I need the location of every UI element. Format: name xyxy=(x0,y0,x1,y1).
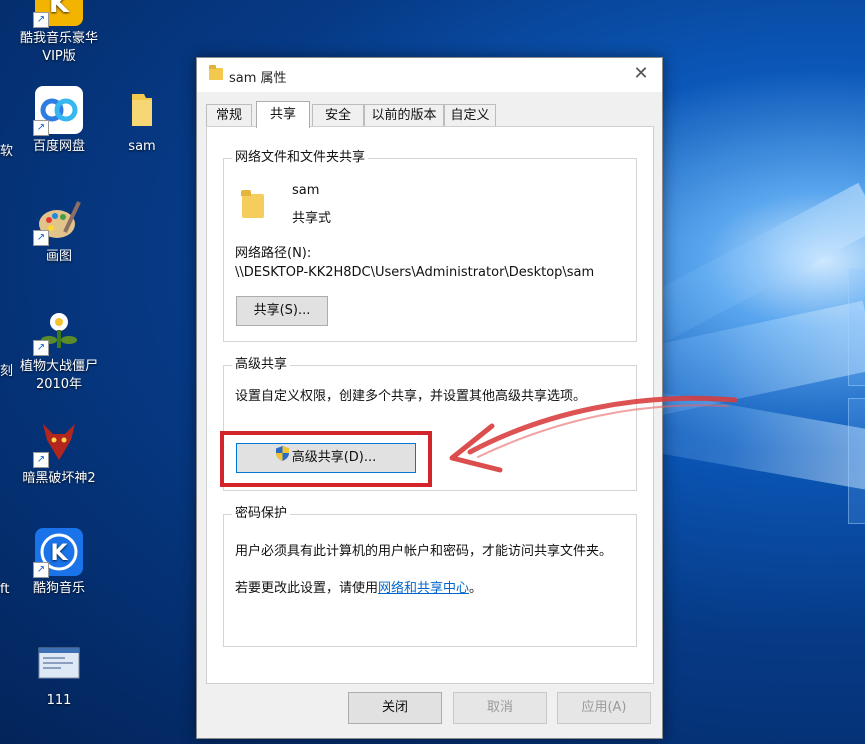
sharing-tab-panel: 网络文件和文件夹共享 sam 共享式 网络路径(N): \\DESKTOP-KK… xyxy=(206,126,654,684)
desktop-edge-label: 软 xyxy=(0,144,14,159)
desktop-icon-label: sam xyxy=(128,139,156,154)
desktop-icon-baidu-netdisk[interactable]: ↗ 百度网盘 xyxy=(14,86,104,156)
password-protection-group-title: 密码保护 xyxy=(232,506,291,522)
dialog-title: sam 属性 xyxy=(229,71,287,86)
network-path-label: 网络路径(N): xyxy=(235,246,312,261)
folder-icon xyxy=(241,190,264,218)
kugou-music-icon: K ↗ xyxy=(33,528,83,578)
shared-item-name: sam xyxy=(292,183,320,198)
close-button[interactable]: 关闭 xyxy=(348,692,442,724)
plants-vs-zombies-icon: ↗ xyxy=(33,306,83,356)
password-protection-group: 密码保护 用户必须具有此计算机的用户帐户和密码，才能访问共享文件夹。 若要更改此… xyxy=(223,506,637,647)
desktop-icon-kugou-music[interactable]: K ↗ 酷狗音乐 xyxy=(14,528,104,598)
baidu-netdisk-icon: ↗ xyxy=(33,86,83,136)
svg-text:K: K xyxy=(50,541,68,566)
network-sharing-group: 网络文件和文件夹共享 sam 共享式 网络路径(N): \\DESKTOP-KK… xyxy=(223,150,637,342)
kuwo-music-icon: K ↗ xyxy=(33,0,83,28)
password-protection-description: 用户必须具有此计算机的用户帐户和密码，才能访问共享文件夹。 xyxy=(235,544,613,559)
desktop-icon-label: 画图 xyxy=(45,249,72,264)
apply-button[interactable]: 应用(A) xyxy=(557,692,651,724)
network-path-value: \\DESKTOP-KK2H8DC\Users\Administrator\De… xyxy=(235,265,595,280)
desktop-icon-111[interactable]: 111 xyxy=(14,640,104,710)
tab-customize[interactable]: 自定义 xyxy=(444,104,496,127)
paint-palette-icon: ↗ xyxy=(33,196,83,246)
uac-shield-icon xyxy=(275,444,289,472)
close-icon[interactable]: ✕ xyxy=(628,62,654,86)
tab-security[interactable]: 安全 xyxy=(312,104,364,127)
advanced-sharing-button[interactable]: 高级共享(D)... xyxy=(236,443,416,473)
desktop-icon-label: 植物大战僵尸2010年 xyxy=(19,359,98,392)
advanced-sharing-group: 高级共享 设置自定义权限，创建多个共享，并设置其他高级共享选项。 高级共享(D)… xyxy=(223,357,637,491)
advanced-sharing-group-title: 高级共享 xyxy=(232,357,291,373)
desktop-icon-label: 暗黑破坏神2 xyxy=(22,471,96,486)
network-sharing-group-title: 网络文件和文件夹共享 xyxy=(232,150,369,166)
desktop-edge-label: ft xyxy=(0,582,10,597)
password-protection-hint: 若要更改此设置，请使用网络和共享中心。 xyxy=(235,577,482,596)
share-button[interactable]: 共享(S)... xyxy=(236,296,328,326)
desktop-icon-kuwo-music[interactable]: K ↗ 酷我音乐豪华VIP版 xyxy=(14,0,104,66)
tab-previous-versions[interactable]: 以前的版本 xyxy=(364,104,444,127)
folder-icon xyxy=(118,86,166,134)
properties-dialog: sam 属性 ✕ 常规 共享 安全 以前的版本 自定义 网络文件和文件夹共享 s… xyxy=(196,57,663,739)
tab-sharing[interactable]: 共享 xyxy=(256,101,310,128)
shared-item-status: 共享式 xyxy=(292,211,332,226)
windows-logo-pane xyxy=(848,398,865,524)
svg-text:K: K xyxy=(49,0,70,19)
advanced-sharing-button-label: 高级共享(D)... xyxy=(291,450,377,465)
tab-general[interactable]: 常规 xyxy=(206,104,252,127)
desktop-icon-plants-vs-zombies[interactable]: ↗ 植物大战僵尸2010年 xyxy=(14,306,104,394)
desktop-icon-paint[interactable]: ↗ 画图 xyxy=(14,196,104,266)
desktop-icon-diablo2[interactable]: ↗ 暗黑破坏神2 xyxy=(14,418,104,488)
diablo2-icon: ↗ xyxy=(33,418,83,468)
desktop-edge-label: 刻 xyxy=(0,364,14,379)
desktop-icon-label: 酷我音乐豪华VIP版 xyxy=(19,31,98,64)
desktop-icon-label: 酷狗音乐 xyxy=(32,581,85,596)
windows-logo-pane xyxy=(848,268,865,386)
document-thumbnail-icon xyxy=(35,640,83,688)
password-hint-prefix: 若要更改此设置，请使用 xyxy=(235,581,379,596)
folder-icon xyxy=(209,65,223,80)
password-hint-suffix: 。 xyxy=(469,581,483,596)
desktop-icon-label: 百度网盘 xyxy=(32,139,85,154)
desktop-icon-sam-folder[interactable]: sam xyxy=(97,86,187,156)
advanced-sharing-description: 设置自定义权限，创建多个共享，并设置其他高级共享选项。 xyxy=(235,389,587,404)
cancel-button[interactable]: 取消 xyxy=(453,692,547,724)
desktop-icon-label: 111 xyxy=(46,693,72,708)
network-sharing-center-link[interactable]: 网络和共享中心 xyxy=(378,581,469,596)
dialog-titlebar[interactable]: sam 属性 ✕ xyxy=(197,58,662,92)
